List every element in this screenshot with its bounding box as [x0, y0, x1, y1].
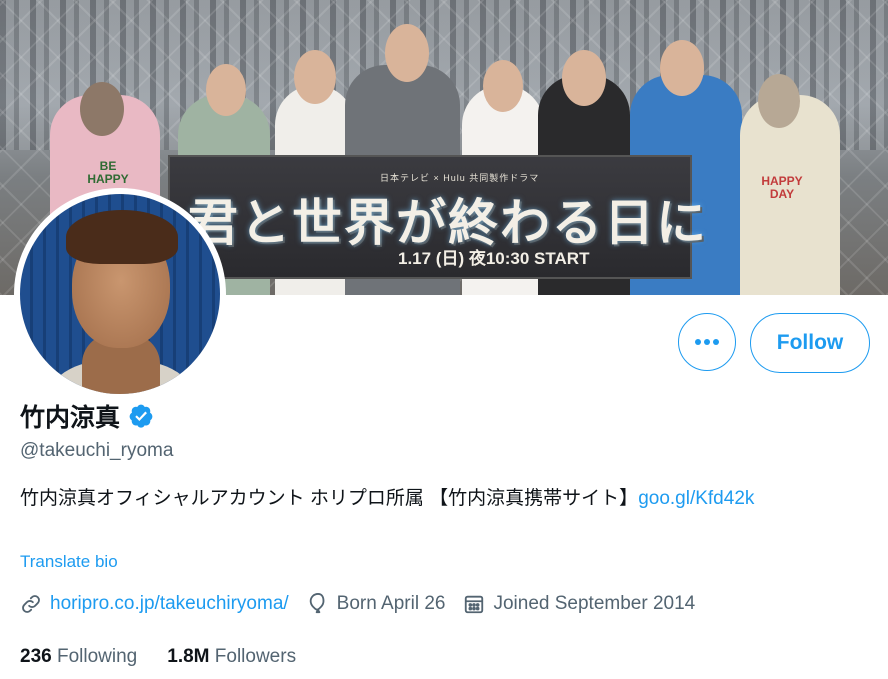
followers-link[interactable]: 1.8M Followers: [167, 646, 296, 668]
bio-text: 竹内涼真オフィシャルアカウント ホリプロ所属 【竹内涼真携帯サイト】: [20, 488, 639, 509]
more-dots-icon: [695, 339, 719, 345]
profile-avatar[interactable]: [14, 188, 226, 400]
banner-person-head: [385, 24, 429, 82]
calendar-icon: [465, 595, 484, 614]
translate-bio-link[interactable]: Translate bio: [20, 552, 118, 572]
birthday-text: Born April 26: [336, 593, 446, 614]
banner-person-head: [206, 64, 246, 116]
banner-person-head: [294, 50, 336, 104]
follow-button[interactable]: Follow: [750, 313, 870, 373]
verified-badge-icon[interactable]: [128, 403, 154, 429]
more-options-button[interactable]: [678, 313, 736, 371]
profile-name-row: 竹内涼真: [20, 398, 154, 434]
birthday-item: Born April 26: [307, 592, 446, 616]
bio-link[interactable]: goo.gl/Kfd42k: [638, 488, 754, 509]
banner-person-head: [562, 50, 606, 106]
profile-meta: horipro.co.jp/takeuchiryoma/ Born April …: [20, 592, 713, 616]
followers-count: 1.8M: [167, 646, 210, 667]
balloon-icon: [309, 592, 325, 614]
avatar-hair: [66, 210, 178, 264]
avatar-photo: [20, 194, 220, 394]
followers-label: Followers: [214, 646, 297, 667]
following-label: Following: [56, 646, 138, 667]
profile-bio: 竹内涼真オフィシャルアカウント ホリプロ所属 【竹内涼真携帯サイト】goo.gl…: [20, 484, 780, 514]
banner-shirt-text: BE HAPPY: [87, 159, 129, 186]
banner-title-sign: 日本テレビ × Hulu 共同製作ドラマ 君と世界が終わる日に 1.17 (日)…: [168, 155, 706, 279]
link-icon: [22, 595, 40, 613]
website-link[interactable]: horipro.co.jp/takeuchiryoma/: [50, 593, 289, 615]
website-item: horipro.co.jp/takeuchiryoma/: [20, 593, 289, 615]
display-name: 竹内涼真: [20, 404, 121, 432]
banner-shirt-text: HAPPY DAY: [761, 174, 803, 201]
joined-text: Joined September 2014: [493, 593, 696, 614]
joined-item: Joined September 2014: [463, 593, 695, 615]
profile-stats: 236 Following 1.8M Followers: [20, 646, 326, 668]
banner-person-head: [483, 60, 523, 112]
following-link[interactable]: 236 Following: [20, 646, 137, 668]
profile-handle: @takeuchi_ryoma: [20, 440, 174, 461]
banner-person-head: [758, 74, 800, 128]
banner-sign-date: 1.17 (日) 夜10:30 START: [398, 249, 590, 268]
banner-person-head: [80, 82, 124, 136]
following-count: 236: [20, 646, 52, 667]
banner-person-head: [660, 40, 704, 96]
